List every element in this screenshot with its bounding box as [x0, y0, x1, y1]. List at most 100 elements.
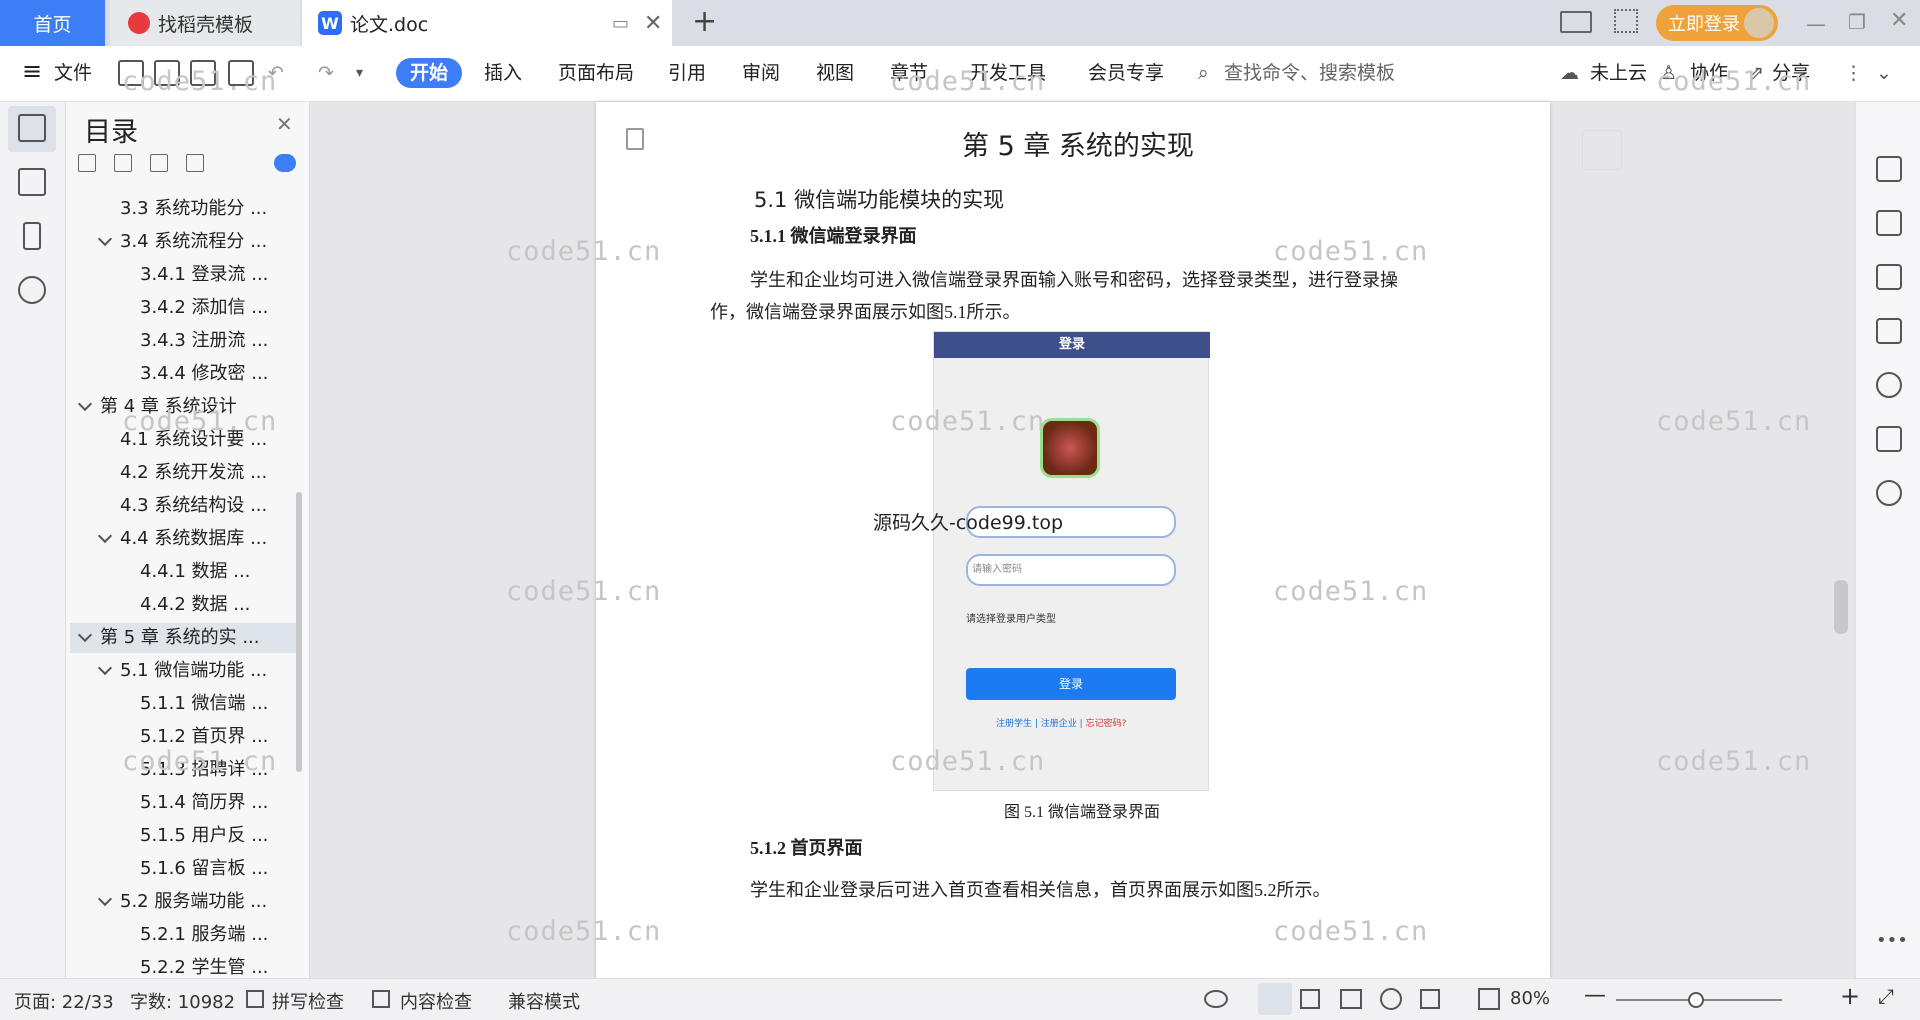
watermark: code51.cn [890, 66, 1046, 97]
monitor-icon[interactable]: ▭ [612, 13, 629, 34]
toc-item-label: 5.1.1 微信端 ... [140, 693, 269, 714]
sliders-icon[interactable] [1876, 264, 1902, 290]
toc-item-label: 3.4 系统流程分 ... [120, 231, 268, 252]
menu-icon[interactable]: ≡ [22, 56, 42, 86]
toc-item[interactable]: 3.3 系统功能分 ... [70, 194, 296, 224]
zoom-in-icon[interactable]: + [1840, 982, 1860, 1010]
close-icon[interactable]: ✕ [276, 112, 293, 136]
page-view-button[interactable] [1258, 983, 1292, 1015]
layout-icon[interactable] [1560, 11, 1592, 33]
toc-item[interactable]: 5.1.4 简历界 ... [70, 788, 296, 818]
zoom-level[interactable]: 80% [1510, 988, 1550, 1009]
zoom-out-icon[interactable]: — [1584, 983, 1606, 1008]
toc-item-label: 5.1.2 首页界 ... [140, 726, 269, 747]
restore-icon[interactable]: ❐ [1848, 10, 1866, 34]
command-search-input[interactable]: 查找命令、搜索模板 [1224, 58, 1395, 88]
more-icon[interactable]: ••• [1876, 930, 1908, 951]
redo-icon[interactable]: ↷ [318, 58, 334, 88]
toc-item[interactable]: 4.3 系统结构设 ... [70, 491, 296, 521]
chevron-down-icon[interactable] [97, 660, 113, 676]
image-edit-icon[interactable] [1876, 318, 1902, 344]
chevron-down-icon[interactable] [97, 891, 113, 907]
fullscreen-icon[interactable]: ⤢ [1878, 984, 1894, 1008]
toc-item[interactable]: 3.4 系统流程分 ... [70, 227, 296, 257]
collapse-ribbon-icon[interactable]: ⌄ [1876, 58, 1892, 88]
outline-icon[interactable] [18, 114, 46, 142]
toc-item[interactable]: 5.2.1 服务端 ... [70, 920, 296, 950]
toc-item[interactable]: 3.4.2 添加信 ... [70, 293, 296, 323]
tab-references[interactable]: 引用 [668, 58, 706, 88]
chevron-down-icon[interactable]: ▾ [356, 58, 363, 88]
toc-item[interactable]: 5.1.6 留言板 ... [70, 854, 296, 884]
cloud-status-button[interactable]: 未上云 [1590, 58, 1647, 88]
more-icon[interactable]: ⋮ [1844, 58, 1863, 88]
tab-document[interactable]: W 论文.doc ▭ ✕ [302, 0, 672, 46]
chevron-down-icon[interactable] [97, 528, 113, 544]
tab-home[interactable]: 首页 [0, 0, 105, 46]
toc-scrollbar[interactable] [296, 492, 302, 772]
toc-item[interactable]: 5.2.2 学生管 ... [70, 953, 296, 978]
apps-grid-icon[interactable] [1614, 9, 1638, 33]
add-level-icon[interactable] [150, 154, 168, 172]
close-tab-icon[interactable]: ✕ [644, 11, 662, 36]
register-student-link: 注册学生 [996, 719, 1033, 729]
toc-item[interactable]: 第 5 章 系统的实 ... [70, 623, 296, 653]
read-view-icon[interactable] [1340, 989, 1362, 1009]
pen-icon[interactable] [1876, 156, 1902, 182]
toc-item[interactable]: 4.2 系统开发流 ... [70, 458, 296, 488]
chevron-down-icon[interactable] [97, 231, 113, 247]
toggle-icon[interactable] [274, 154, 296, 172]
overlay-watermark-text: 源码久久-code99.top [873, 512, 1064, 534]
filter-icon[interactable] [1582, 130, 1622, 170]
new-tab-icon[interactable]: + [692, 4, 717, 39]
file-menu[interactable]: 文件 [54, 58, 92, 88]
toc-item[interactable]: 5.2 服务端功能 ... [70, 887, 296, 917]
chevron-down-icon[interactable] [77, 627, 93, 643]
collapse-all-icon[interactable] [114, 154, 132, 172]
toc-item[interactable]: 3.4.1 登录流 ... [70, 260, 296, 290]
tab-review[interactable]: 审阅 [742, 58, 780, 88]
tab-start[interactable]: 开始 [396, 58, 462, 88]
outline-view-icon[interactable] [1300, 989, 1320, 1009]
find-icon[interactable] [18, 276, 46, 304]
toc-title: 目录 [84, 117, 138, 148]
toc-item-label: 3.3 系统功能分 ... [120, 198, 268, 219]
remove-level-icon[interactable] [186, 154, 204, 172]
tab-view[interactable]: 视图 [816, 58, 854, 88]
toc-item-label: 5.1.4 简历界 ... [140, 792, 269, 813]
toc-item[interactable]: 4.4.2 数据 ... [70, 590, 296, 620]
navigation-icon[interactable] [18, 168, 46, 196]
chevron-down-icon[interactable] [77, 396, 93, 412]
ai-icon[interactable] [1876, 372, 1902, 398]
document-scrollbar[interactable] [1834, 580, 1848, 634]
help-icon[interactable] [1876, 480, 1902, 506]
spell-check-button[interactable]: 拼写检查 [272, 988, 344, 1014]
expand-all-icon[interactable] [78, 154, 96, 172]
reader-icon[interactable] [1876, 426, 1902, 452]
toc-item[interactable]: 5.1.5 用户反 ... [70, 821, 296, 851]
toc-item[interactable]: 3.4.3 注册流 ... [70, 326, 296, 356]
fit-page-icon[interactable] [1478, 988, 1500, 1010]
tab-member[interactable]: 会员专享 [1088, 58, 1164, 88]
toc-item[interactable]: 4.4 系统数据库 ... [70, 524, 296, 554]
login-button[interactable]: 立即登录 [1656, 5, 1778, 41]
page-counter[interactable]: 页面: 22/33 [14, 988, 114, 1014]
write-view-icon[interactable] [1420, 989, 1440, 1009]
tab-insert[interactable]: 插入 [484, 58, 522, 88]
bookmark-icon[interactable] [23, 222, 41, 250]
toc-item[interactable]: 3.4.4 修改密 ... [70, 359, 296, 389]
tab-page-layout[interactable]: 页面布局 [558, 58, 634, 88]
cursor-icon[interactable] [1876, 210, 1902, 236]
doc-format-icon[interactable] [626, 128, 644, 150]
close-window-icon[interactable]: ✕ [1890, 8, 1908, 33]
word-count[interactable]: 字数: 10982 [130, 988, 235, 1014]
minimize-icon[interactable]: — [1806, 12, 1826, 36]
web-view-icon[interactable] [1380, 988, 1402, 1010]
tab-templates[interactable]: 找稻壳模板 [110, 0, 300, 46]
eye-icon[interactable] [1204, 990, 1228, 1008]
zoom-slider-thumb[interactable] [1688, 992, 1704, 1008]
content-check-button[interactable]: 内容检查 [400, 988, 472, 1014]
toc-item[interactable]: 5.1 微信端功能 ... [70, 656, 296, 686]
toc-item[interactable]: 4.4.1 数据 ... [70, 557, 296, 587]
toc-item[interactable]: 5.1.1 微信端 ... [70, 689, 296, 719]
